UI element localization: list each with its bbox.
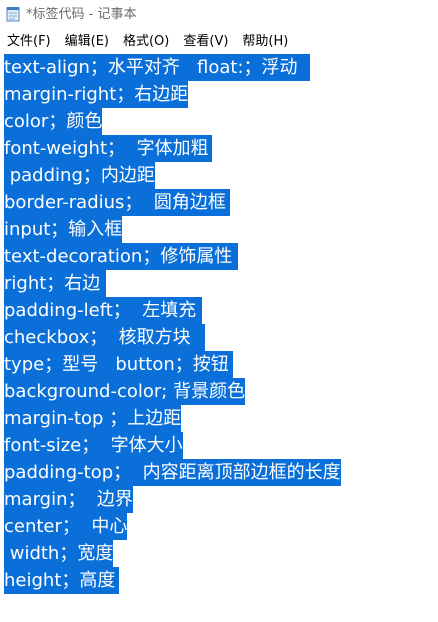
menu-format[interactable]: 格式(O) [123,33,169,51]
text-line: color；颜色 [4,108,103,135]
text-line: text-decoration；修饰属性 [4,243,239,270]
selected-text: color；颜色 [4,108,103,135]
selected-text: margin-right；右边距 [4,81,189,108]
selected-text: background-color; 背景颜色 [4,378,246,405]
notepad-window: *标签代码 - 记事本 文件(F) 编辑(E) 格式(O) 查看(V) 帮助(H… [0,0,438,622]
text-line: center； 中心 [4,513,128,540]
text-line: padding；内边距 [4,162,155,189]
menu-help[interactable]: 帮助(H) [242,33,288,51]
text-line: text-align；水平对齐 float:；浮动 [4,54,310,81]
selected-text: padding-left； 左填充 [4,297,197,324]
text-line: font-weight； 字体加粗 [4,135,213,162]
text-line: width；宽度 [4,540,114,567]
text-line: input；输入框 [4,216,123,243]
selected-text: text-decoration；修饰属性 [4,243,233,270]
text-line: border-radius； 圆角边框 [4,189,230,216]
selected-text: right；右边 [4,270,101,297]
selected-text: type；型号 button；按钮 [4,351,229,378]
text-line: background-color; 背景颜色 [4,378,246,405]
text-line: type；型号 button；按钮 [4,351,233,378]
selected-text: border-radius； 圆角边框 [4,189,226,216]
selected-text: margin-top ；上边距 [4,405,182,432]
window-title: *标签代码 - 记事本 [26,7,137,22]
selected-text: font-weight； 字体加粗 [4,135,209,162]
text-line: padding-top； 内容距离顶部边框的长度 [4,459,341,486]
text-line: checkbox； 核取方块 [4,324,205,351]
selected-text: margin； 边界 [4,486,133,513]
text-line: right；右边 [4,270,107,297]
selected-text: input；输入框 [4,216,123,243]
selected-text: padding；内边距 [4,162,155,189]
title-bar: *标签代码 - 记事本 [0,0,438,30]
selected-text: padding-top； 内容距离顶部边框的长度 [4,459,341,486]
selected-text: checkbox； 核取方块 [4,324,191,351]
text-line: padding-left； 左填充 [4,297,203,324]
text-line: height；高度 [4,567,120,594]
text-editor[interactable]: text-align；水平对齐 float:；浮动 margin-right；右… [0,54,438,622]
menu-view[interactable]: 查看(V) [183,33,228,51]
text-line: font-size； 字体大小 [4,432,183,459]
selected-text: center； 中心 [4,513,128,540]
selected-text: width；宽度 [4,540,114,567]
menu-file[interactable]: 文件(F) [7,33,51,51]
text-line: margin-right；右边距 [4,81,189,108]
menu-edit[interactable]: 编辑(E) [65,33,109,51]
selected-text: font-size； 字体大小 [4,432,183,459]
text-line: margin； 边界 [4,486,133,513]
menu-bar: 文件(F) 编辑(E) 格式(O) 查看(V) 帮助(H) [0,30,438,54]
selected-text: text-align；水平对齐 float:；浮动 [4,54,298,81]
notepad-icon [6,6,20,22]
selected-text: height；高度 [4,567,116,594]
text-line: margin-top ；上边距 [4,405,182,432]
